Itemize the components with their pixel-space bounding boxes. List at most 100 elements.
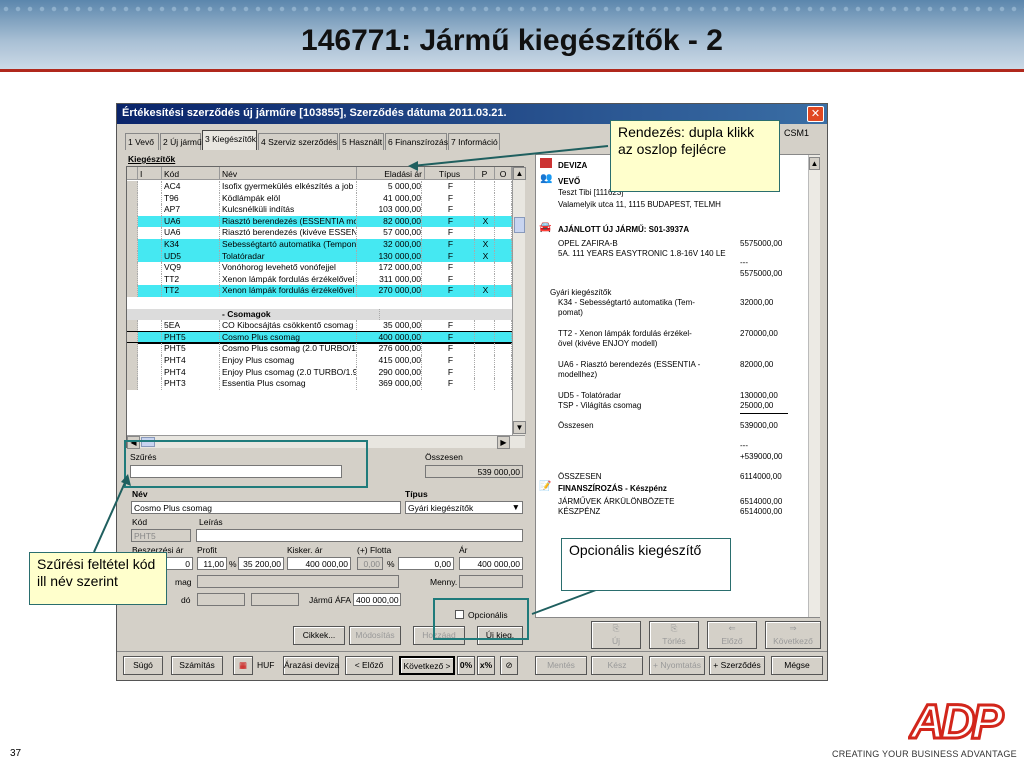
save-button[interactable]: Mentés: [535, 656, 587, 675]
name-field[interactable]: Cosmo Plus csomag: [131, 501, 401, 514]
x-percent-button[interactable]: x%: [477, 656, 495, 675]
done-button[interactable]: Kész: [591, 656, 643, 675]
scroll-up-icon[interactable]: ▲: [513, 167, 526, 180]
calculator-icon[interactable]: ▦: [233, 656, 253, 675]
tab-finanszirozas[interactable]: 6 Finanszírozás: [385, 133, 448, 150]
table-row[interactable]: PHT3 Essentia Plus csomag 369 000,00 F: [127, 378, 512, 390]
pricing-currency-button[interactable]: Árazási deviza: [283, 656, 339, 675]
quantity-field[interactable]: [459, 575, 523, 588]
table-row[interactable]: K34 Sebességtartó automatika (Tempon 32 00…: [127, 239, 512, 251]
scroll-down-icon[interactable]: ▼: [513, 421, 526, 434]
table-row[interactable]: AC4 Isofix gyermekülés elkészítés a job 5 …: [127, 181, 512, 193]
chevron-down-icon[interactable]: ▼: [512, 502, 520, 512]
nav-prev-label: Előző: [721, 636, 743, 646]
offered-vehicle-heading: AJÁNLOTT ÚJ JÁRMŰ: S01-3937A: [558, 225, 690, 234]
cell-o: [495, 273, 512, 286]
col-header-o[interactable]: O: [495, 167, 512, 180]
scroll-right-icon[interactable]: ▶: [497, 436, 510, 449]
help-button[interactable]: Súgó: [123, 656, 163, 675]
filter-callout: Szűrési feltétel kód ill név szerint: [29, 552, 167, 605]
nav-next-label: Következő: [773, 636, 813, 646]
adp-logo-text: ADP: [909, 696, 1004, 744]
calculation-button[interactable]: Számítás: [171, 656, 223, 675]
group-row[interactable]: - Csomagok: [127, 308, 512, 321]
cell-i: [138, 192, 162, 205]
tab-szerviz[interactable]: 4 Szerviz szerződés: [258, 133, 338, 150]
next-button[interactable]: Következő >: [399, 656, 455, 675]
col-header-marker[interactable]: [127, 167, 138, 180]
type-select[interactable]: Gyári kiegészítők ▼: [405, 501, 523, 514]
modify-button[interactable]: Módosítás: [349, 626, 401, 645]
car-icon: 🚘: [539, 222, 552, 233]
table-row-empty[interactable]: [127, 297, 512, 309]
grand-total-label: ÖSSZESEN: [558, 472, 602, 481]
description-label: Leírás: [199, 517, 223, 527]
col-header-i[interactable]: I: [138, 167, 162, 180]
cell-o: [495, 192, 512, 205]
cell-kod: UD5: [162, 250, 220, 263]
cancel-button[interactable]: Mégse: [771, 656, 823, 675]
contract-button[interactable]: + Szerződés: [709, 656, 765, 675]
fleet-pct-field[interactable]: 0,00: [357, 557, 383, 570]
cell-tipus: F: [425, 378, 475, 390]
table-row[interactable]: TT2 Xenon lámpák fordulás érzékelővel 270 …: [127, 285, 512, 297]
col-header-ar[interactable]: Eladási ár: [357, 167, 425, 180]
cell-p: [475, 227, 495, 239]
description-field[interactable]: [196, 529, 523, 542]
tab-kiegeszitok[interactable]: 3 Kiegészítők: [202, 130, 257, 150]
col-header-p[interactable]: P: [475, 167, 495, 180]
margin-field[interactable]: [197, 575, 399, 588]
profit-field[interactable]: 35 200,00: [238, 557, 284, 570]
row-marker: [127, 262, 138, 274]
close-icon[interactable]: ✕: [807, 106, 824, 122]
cell-i: [138, 366, 162, 379]
price-field[interactable]: 400 000,00: [459, 557, 523, 570]
nav-delete-button[interactable]: ⎘ Törlés: [649, 621, 699, 649]
table-row[interactable]: PHT4 Enjoy Plus csomag 415 000,00 F: [127, 355, 512, 367]
table-row[interactable]: AP7 Kulcsnélküli indítás 103 000,00 F: [127, 204, 512, 216]
code-field[interactable]: PHT5: [131, 529, 191, 542]
margin-label: mag: [175, 577, 192, 587]
accessories-table[interactable]: I Kód Név Eladási ár Típus P O AC4 Isofix…: [126, 166, 526, 449]
print-button[interactable]: + Nyomtatás: [649, 656, 705, 675]
zero-percent-button[interactable]: 0%: [457, 656, 475, 675]
profit-pct-field[interactable]: 11,00: [197, 557, 227, 570]
tab-vevo[interactable]: 1 Vevő: [125, 133, 159, 150]
summary-scrollbar[interactable]: ▲: [808, 155, 820, 617]
attachment-icon[interactable]: ⊘: [500, 656, 518, 675]
nav-new-button[interactable]: ⎘ Új: [591, 621, 641, 649]
scroll-thumb[interactable]: [514, 217, 525, 233]
col-header-kod[interactable]: Kód: [162, 167, 220, 180]
items-button[interactable]: Cikkek...: [293, 626, 345, 645]
fleet-field[interactable]: 0,00: [398, 557, 454, 570]
table-row[interactable]: PHT5 Cosmo Plus csomag (2.0 TURBO/1 276 00…: [127, 343, 512, 355]
cell-nev: Sebességtartó automatika (Tempon: [222, 239, 357, 251]
table-row[interactable]: VQ9 Vonóhorog levehető vonófejjel 172 000,…: [127, 262, 512, 274]
cell-p: [475, 262, 495, 274]
retail-price-field[interactable]: 400 000,00: [287, 557, 351, 570]
nav-next-button[interactable]: ⇒ Következő: [765, 621, 821, 649]
summary-scroll-up-icon[interactable]: ▲: [809, 157, 820, 170]
tab-hasznalt[interactable]: 5 Használt: [339, 133, 384, 150]
col-header-nev[interactable]: Név: [220, 167, 357, 180]
col-header-tipus[interactable]: Típus: [425, 167, 475, 180]
vehicle-vat-field[interactable]: 400 000,00: [353, 593, 401, 606]
cell-ar: 415 000,00: [357, 355, 422, 367]
cell-nev: Enjoy Plus csomag: [220, 355, 357, 367]
vertical-scrollbar[interactable]: ▲ ▼: [512, 167, 526, 435]
table-row[interactable]: T96 Ködlámpák elöl 41 000,00 F: [127, 192, 512, 205]
nav-prev-button[interactable]: ⇐ Előző: [707, 621, 757, 649]
table-row[interactable]: UA6 Riasztó berendezés (ESSENTIA mc 82 000…: [127, 215, 512, 228]
tax-field-2[interactable]: [251, 593, 299, 606]
k34-price: 32000,00: [740, 298, 774, 307]
grand-total-value: 6114000,00: [740, 472, 782, 481]
previous-button[interactable]: < Előző: [345, 656, 393, 675]
tab-informacio[interactable]: 7 Információ: [448, 133, 500, 150]
table-row[interactable]: TT2 Xenon lámpák fordulás érzékelővel 311 …: [127, 273, 512, 286]
tab-uj-jarmu[interactable]: 2 Új jármű: [160, 133, 202, 150]
table-row[interactable]: UD5 Tolatóradar 130 000,00 F X: [127, 250, 512, 263]
table-row[interactable]: PHT4 Enjoy Plus csomag (2.0 TURBO/1.9 290 …: [127, 366, 512, 379]
tax-field-1[interactable]: [197, 593, 245, 606]
table-row[interactable]: UA6 Riasztó berendezés (kivéve ESSEN 57 00…: [127, 227, 512, 239]
cell-ar: 172 000,00: [357, 262, 422, 274]
